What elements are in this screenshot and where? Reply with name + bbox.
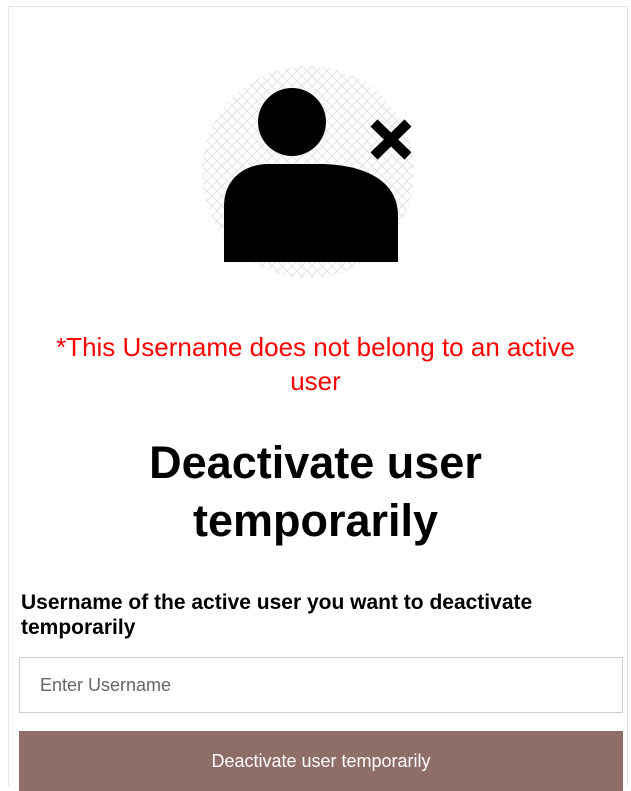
inactive-user-error: *This Username does not belong to an act… [0,330,631,398]
username-label: Username of the active user you want to … [21,591,533,639]
user-remove-icon [202,66,414,278]
page-title-text: Deactivate user temporarily [149,437,482,546]
page-title: Deactivate user temporarily [0,434,631,550]
username-input[interactable] [19,657,623,713]
deactivate-user-button[interactable]: Deactivate user temporarily [19,731,623,791]
error-message-text: *This Username does not belong to an act… [56,332,575,396]
